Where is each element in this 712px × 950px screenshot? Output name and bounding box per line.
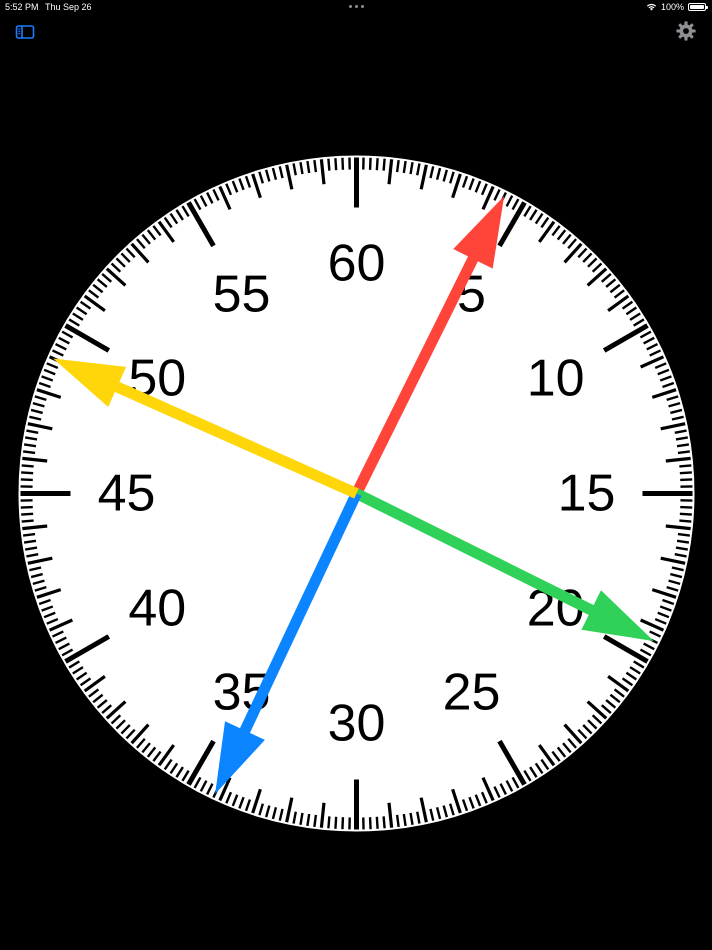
battery-icon bbox=[688, 3, 708, 11]
minor-tick bbox=[368, 157, 372, 170]
dial-number-30: 30 bbox=[328, 695, 386, 753]
minor-tick bbox=[341, 817, 345, 830]
minor-tick bbox=[679, 512, 692, 516]
minor-tick bbox=[679, 519, 692, 523]
minor-tick bbox=[368, 817, 372, 830]
dial-svg: 60510152025303540455055 bbox=[18, 155, 695, 832]
dial-number-55: 55 bbox=[213, 265, 271, 323]
minor-tick bbox=[22, 450, 36, 455]
sidebar-toggle-button[interactable] bbox=[14, 21, 36, 43]
minor-tick bbox=[375, 816, 379, 829]
dot-icon bbox=[361, 5, 364, 8]
minor-tick bbox=[680, 505, 693, 509]
status-indicators: 100% bbox=[646, 2, 708, 12]
dial-number-40: 40 bbox=[128, 580, 186, 638]
dial-number-15: 15 bbox=[558, 465, 616, 523]
minor-tick bbox=[679, 471, 692, 475]
minor-tick bbox=[382, 158, 386, 171]
minor-tick bbox=[21, 464, 34, 468]
minor-tick bbox=[395, 814, 400, 828]
minor-tick bbox=[313, 814, 318, 828]
minor-tick bbox=[679, 464, 692, 468]
status-time: 5:52 PM bbox=[5, 2, 39, 12]
gear-icon bbox=[676, 21, 696, 41]
minor-tick bbox=[680, 478, 693, 482]
minor-tick bbox=[20, 478, 33, 482]
dot-icon bbox=[355, 5, 358, 8]
minor-tick bbox=[375, 158, 379, 171]
minor-tick bbox=[21, 471, 34, 475]
sidebar-toggle-icon bbox=[15, 25, 35, 39]
minor-tick bbox=[313, 159, 318, 173]
minor-tick bbox=[327, 816, 331, 829]
minor-tick bbox=[334, 816, 338, 829]
minor-tick bbox=[341, 157, 345, 170]
minor-tick bbox=[21, 512, 34, 516]
dial-number-45: 45 bbox=[98, 465, 156, 523]
dial-number-10: 10 bbox=[527, 350, 585, 408]
minor-tick bbox=[395, 159, 400, 173]
stopwatch-dial[interactable]: 60 5 10 15 20 25 30 35 40 45 50 55 bbox=[18, 155, 695, 832]
minor-tick bbox=[382, 816, 386, 829]
wifi-icon bbox=[646, 3, 657, 11]
minor-tick bbox=[677, 450, 691, 455]
minor-tick bbox=[677, 532, 691, 537]
minor-tick bbox=[21, 519, 34, 523]
dial-number-60: 60 bbox=[328, 235, 386, 293]
settings-button[interactable] bbox=[675, 20, 697, 42]
status-bar: 5:52 PM Thu Sep 26 100% bbox=[0, 0, 712, 16]
minor-tick bbox=[20, 505, 33, 509]
minor-tick bbox=[327, 158, 331, 171]
dot-icon bbox=[349, 5, 352, 8]
multitasking-dots[interactable] bbox=[349, 5, 364, 8]
minor-tick bbox=[334, 158, 338, 171]
dial-number-25: 25 bbox=[443, 664, 501, 722]
stopwatch-screen: 5:52 PM Thu Sep 26 100% 60 5 10 15 20 25… bbox=[0, 0, 712, 950]
status-date: Thu Sep 26 bbox=[45, 2, 92, 12]
minor-tick bbox=[22, 532, 36, 537]
battery-percent: 100% bbox=[660, 2, 684, 12]
